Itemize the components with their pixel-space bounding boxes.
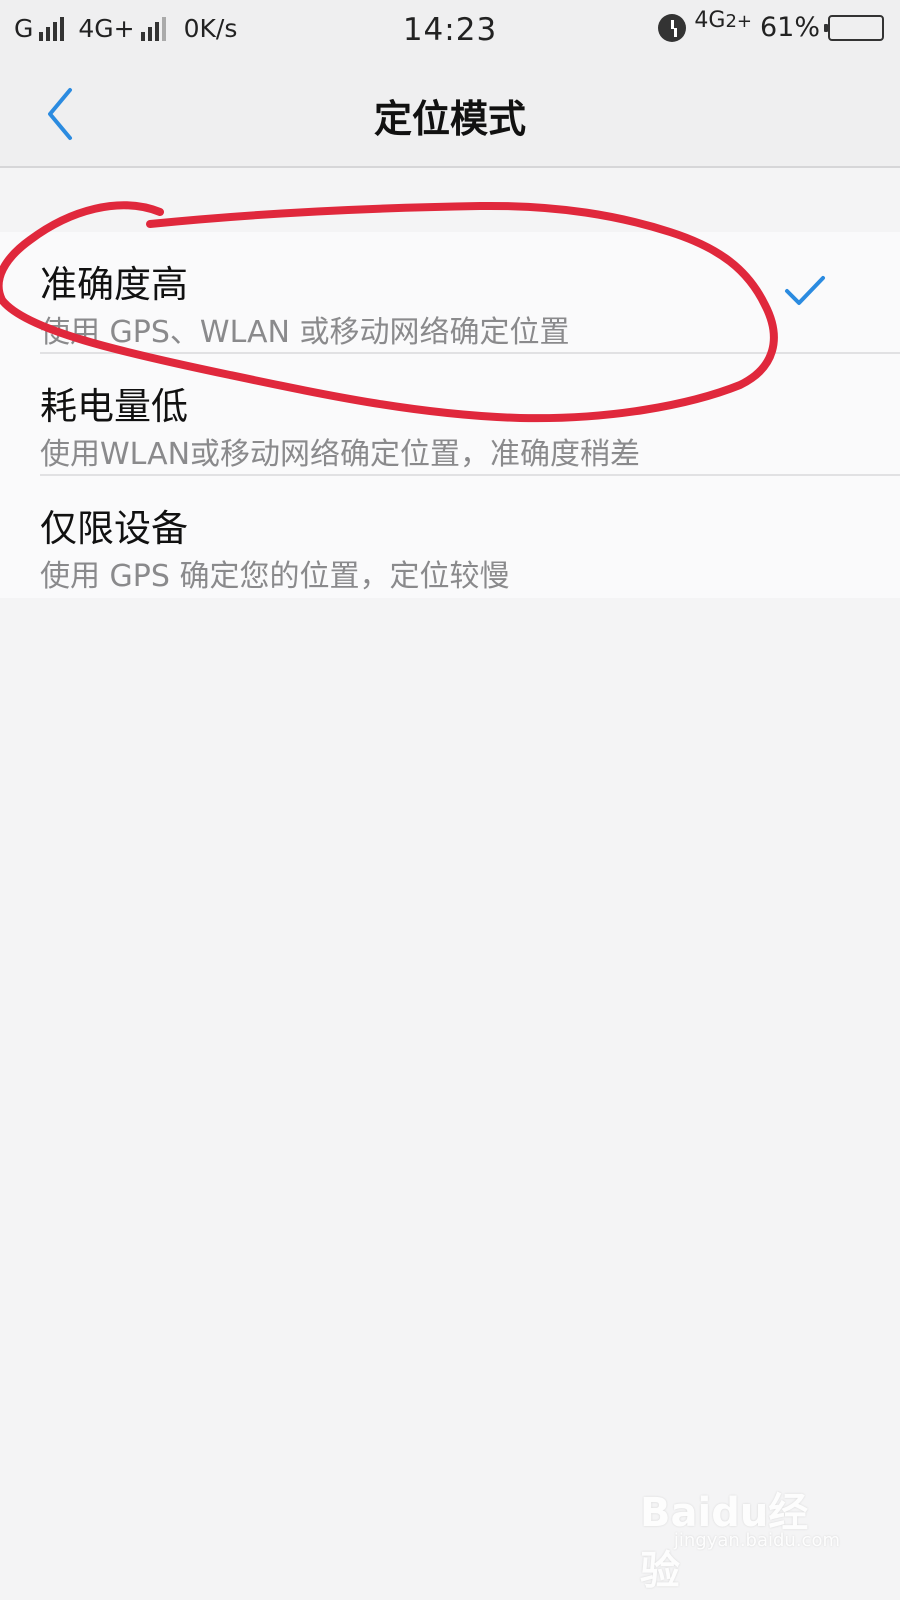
mode-title: 耗电量低	[40, 385, 188, 428]
mode-title: 准确度高	[40, 263, 188, 306]
battery-icon	[824, 14, 884, 41]
title-bar: 定位模式	[0, 60, 900, 168]
mode-option-high-accuracy[interactable]: 准确度高 使用 GPS、WLAN 或移动网络确定位置	[0, 232, 900, 354]
mode-subtitle: 使用WLAN或移动网络确定位置，准确度稍差	[40, 437, 641, 472]
mode-title: 仅限设备	[40, 507, 188, 550]
location-mode-screen: G 4G+ 0K/s 14:23 4G2+ 61% 定位模式 准确度高 使用 G…	[0, 0, 900, 1600]
net-type-sub: 2+	[725, 11, 752, 32]
mode-option-device-only[interactable]: 仅限设备 使用 GPS 确定您的位置，定位较慢	[0, 476, 900, 598]
status-right: 4G2+ 61%	[658, 10, 884, 43]
net-type-label: 4G2+	[694, 10, 752, 33]
alarm-icon	[658, 13, 687, 42]
check-icon	[785, 276, 825, 305]
mode-list: 准确度高 使用 GPS、WLAN 或移动网络确定位置 耗电量低 使用WLAN或移…	[0, 232, 900, 598]
watermark-url: jingyan.baidu.com	[673, 1530, 840, 1551]
mode-option-battery-saving[interactable]: 耗电量低 使用WLAN或移动网络确定位置，准确度稍差	[0, 354, 900, 476]
page-title: 定位模式	[373, 97, 526, 141]
net-type-main: 4G	[694, 8, 726, 33]
mode-subtitle: 使用 GPS、WLAN 或移动网络确定位置	[40, 315, 570, 350]
battery-percent: 61%	[759, 12, 820, 43]
status-bar: G 4G+ 0K/s 14:23 4G2+ 61%	[0, 0, 900, 60]
mode-subtitle: 使用 GPS 确定您的位置，定位较慢	[40, 559, 510, 594]
baidu-jingyan-watermark: Baidu经验 jingyan.baidu.com	[640, 1480, 840, 1594]
